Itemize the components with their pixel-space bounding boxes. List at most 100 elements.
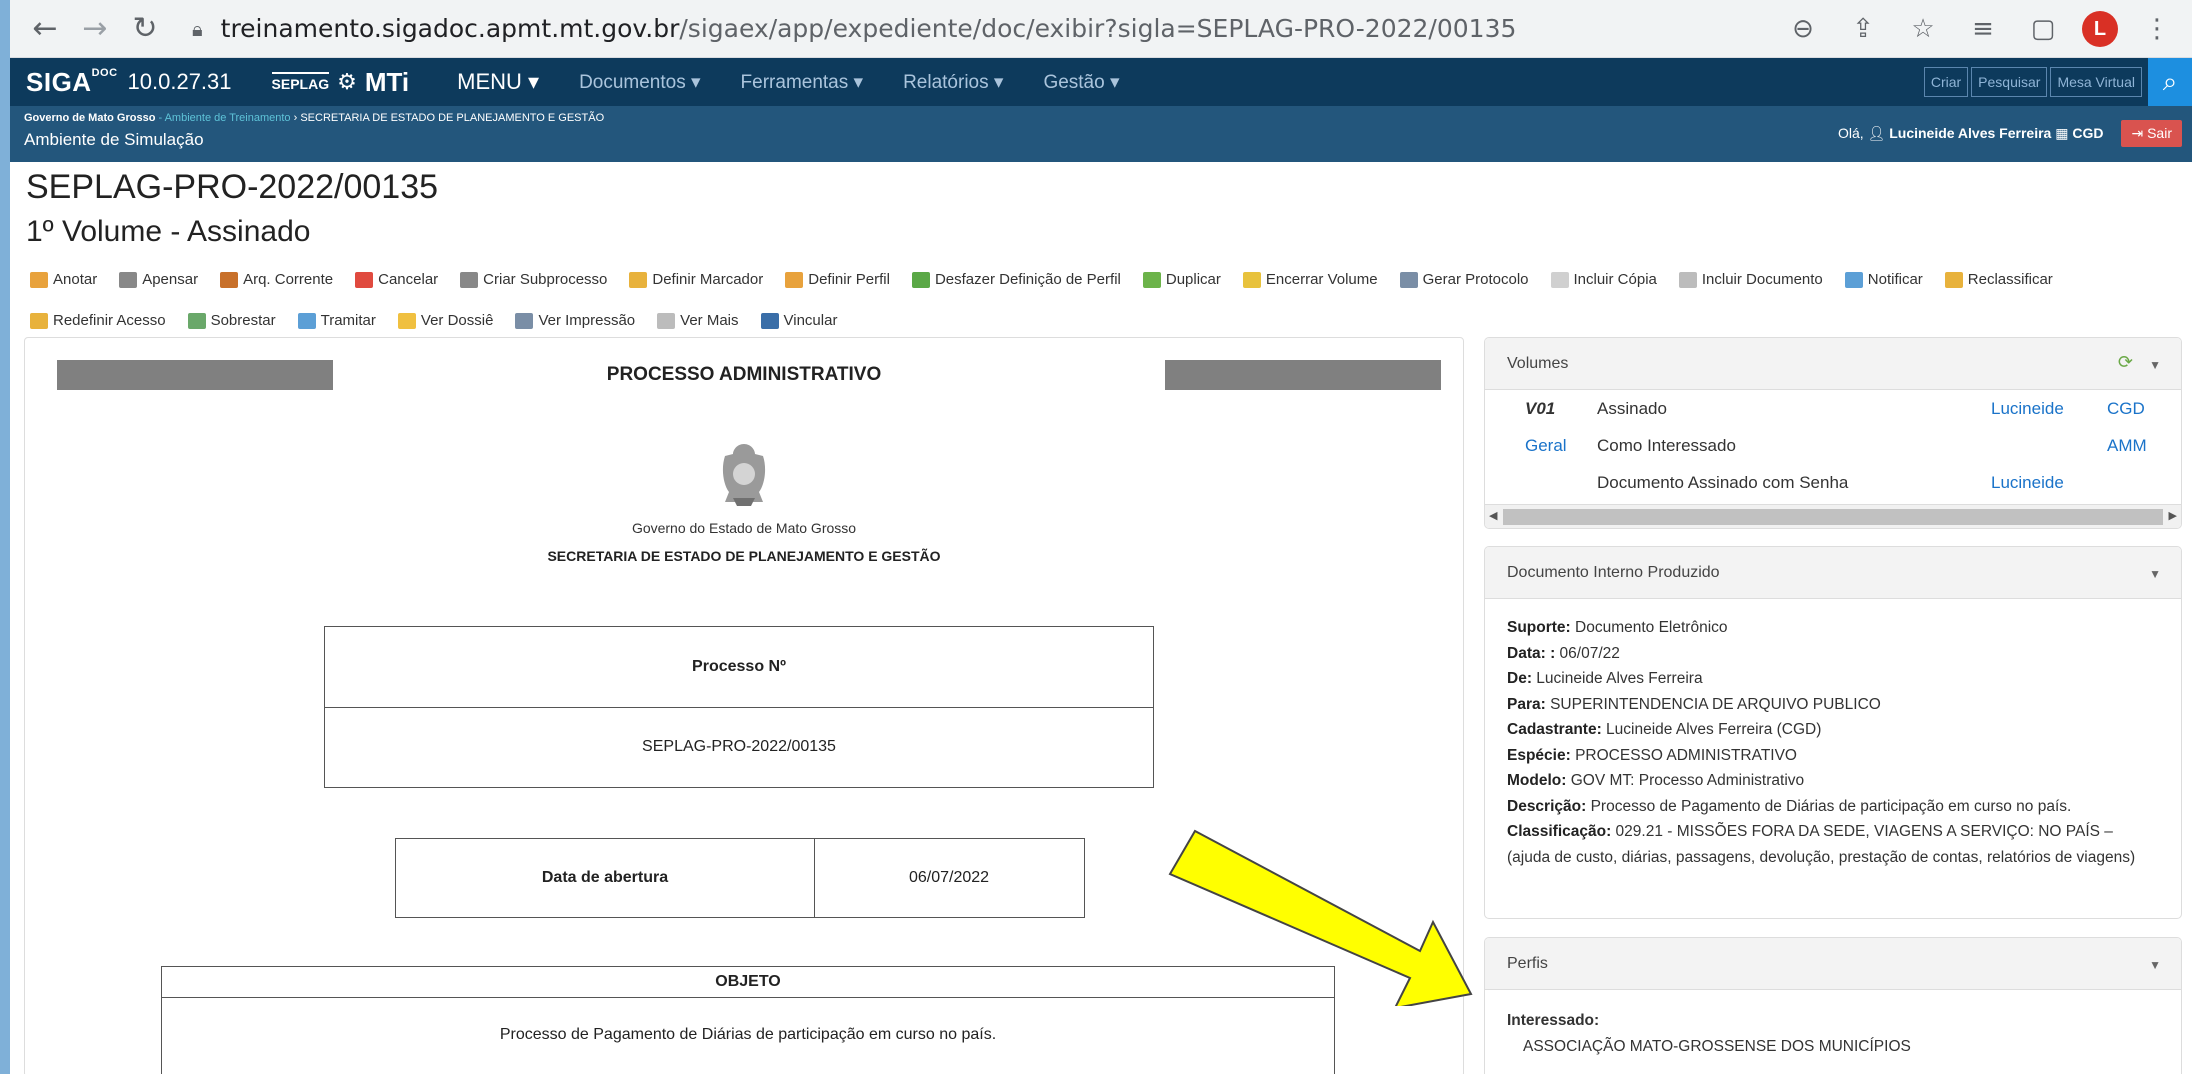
sobrestar-icon (187, 312, 206, 329)
document-info-header[interactable]: Documento Interno Produzido ▼ (1485, 547, 2181, 599)
perfis-panel: Perfis ▼ Interessado: ASSOCIAÇÃO MATO-GR… (1484, 937, 2182, 1074)
cancelar-button[interactable]: Cancelar (355, 271, 438, 288)
menu-relatorios[interactable]: Relatórios ▾ (903, 71, 1003, 94)
info-field: Espécie: PROCESSO ADMINISTRATIVO (1507, 746, 1797, 764)
info-field: Cadastrante: Lucineide Alves Ferreira (C… (1507, 721, 1822, 738)
mesa-virtual-button[interactable]: Mesa Virtual (2050, 67, 2142, 97)
volume-user-link[interactable]: Lucineide (1991, 473, 2064, 493)
tramitar-button[interactable]: Tramitar (297, 312, 376, 329)
breadcrumb-gov: Governo de Mato Grosso (24, 112, 156, 124)
objeto-table: OBJETO Processo de Pagamento de Diárias … (161, 966, 1335, 1074)
pesquisar-button[interactable]: Pesquisar (1971, 67, 2048, 97)
unit-icon: ▦ (2055, 125, 2069, 141)
logout-button[interactable]: ⇥ Sair (2121, 120, 2182, 147)
seplag-logo: SEPLAG (271, 72, 330, 92)
siga-logo[interactable]: SIGADOC (26, 67, 118, 98)
chevron-down-icon[interactable]: ▼ (2149, 358, 2161, 372)
definir-perfil-button[interactable]: Definir Perfil (785, 271, 890, 288)
anotar-button[interactable]: Anotar (30, 271, 97, 288)
sobrestar-button[interactable]: Sobrestar (187, 312, 276, 329)
volume-unit-link[interactable]: AMM (2107, 436, 2147, 456)
mti-logo: MTi (364, 66, 410, 97)
ver-mais-button[interactable]: Ver Mais (657, 312, 739, 329)
horizontal-scrollbar[interactable]: ◀ ▶ (1485, 504, 2181, 528)
chevron-down-icon[interactable]: ▼ (2149, 567, 2161, 581)
back-arrow-icon[interactable]: ← (24, 8, 66, 50)
geral-link[interactable]: Geral (1525, 436, 1567, 456)
app-version: 10.0.27.31 (127, 69, 232, 94)
incluir-documento-icon (1678, 271, 1697, 288)
notificar-button[interactable]: Notificar (1844, 271, 1923, 288)
definir-marcador-button[interactable]: Definir Marcador (629, 271, 763, 288)
perfis-header[interactable]: Perfis ▼ (1485, 938, 2181, 990)
volume-user-link[interactable]: Lucineide (1991, 399, 2064, 419)
toolbar-label: Incluir Documento (1701, 271, 1823, 288)
apensar-button[interactable]: Apensar (119, 271, 198, 288)
volume-code: V01 (1525, 398, 1556, 418)
document-info-title: Documento Interno Produzido (1507, 563, 1720, 581)
incluir-documento-button[interactable]: Incluir Documento (1678, 271, 1823, 288)
reload-icon[interactable]: ↻ (124, 8, 166, 50)
redefinir-acesso-button[interactable]: Redefinir Acesso (30, 312, 166, 329)
more-menu-icon[interactable]: ⋮ (2136, 8, 2178, 50)
reading-list-icon[interactable]: ≡ (1962, 8, 2004, 50)
definir-marcador-icon (629, 271, 648, 288)
profile-avatar[interactable]: L (2082, 11, 2118, 47)
seplag-gear-icon: ⚙ (337, 69, 357, 94)
document-info-panel: Documento Interno Produzido ▼ Suporte: D… (1484, 546, 2182, 919)
chevron-down-icon[interactable]: ▼ (2149, 958, 2161, 972)
address-bar[interactable]: 🔒︎ treinamento.sigadoc.apmt.mt.gov.br /s… (192, 8, 1516, 50)
bookmark-star-icon[interactable]: ☆ (1902, 8, 1944, 50)
volume-unit-link[interactable]: CGD (2107, 399, 2145, 419)
volumes-panel-header[interactable]: Volumes ⟳ ▼ (1485, 338, 2181, 390)
share-icon[interactable]: ⇪ (1842, 8, 1884, 50)
menu-documentos[interactable]: Documentos ▾ (579, 71, 700, 94)
breadcrumb-secretaria: › SECRETARIA DE ESTADO DE PLANEJAMENTO E… (290, 112, 605, 124)
menu-gestao[interactable]: Gestão ▾ (1043, 71, 1119, 94)
toolbar-label: Anotar (53, 271, 98, 288)
volume-status: Como Interessado (1597, 435, 1736, 455)
arq-corrente-button[interactable]: Arq. Corrente (220, 271, 333, 288)
search-icon[interactable]: ⌕ (2148, 58, 2192, 106)
browser-toolbar: ← → ↻ 🔒︎ treinamento.sigadoc.apmt.mt.gov… (10, 0, 2192, 58)
gerar-protocolo-button[interactable]: Gerar Protocolo (1399, 271, 1529, 288)
scroll-thumb[interactable] (1503, 509, 2163, 525)
notificar-icon (1844, 271, 1863, 288)
vincular-button[interactable]: Vincular (760, 312, 838, 329)
scroll-right-icon[interactable]: ▶ (2169, 509, 2177, 522)
toolbar-label: Definir Perfil (808, 271, 890, 288)
toolbar-label: Arq. Corrente (243, 271, 334, 288)
reclassificar-button[interactable]: Reclassificar (1944, 271, 2053, 288)
menu-ferramentas[interactable]: Ferramentas ▾ (741, 71, 864, 94)
ver-impressao-button[interactable]: Ver Impressão (515, 312, 635, 329)
coat-of-arms-icon (722, 444, 766, 506)
encerrar-volume-icon (1242, 271, 1261, 288)
duplicar-button[interactable]: Duplicar (1142, 271, 1221, 288)
redefinir-acesso-icon (30, 312, 48, 329)
info-field: Classificação: 029.21 - MISSÕES FORA DA … (1507, 823, 2136, 866)
desfazer-definicao-de-perfil-button[interactable]: Desfazer Definição de Perfil (911, 271, 1121, 288)
criar-button[interactable]: Criar (1923, 67, 1969, 97)
scroll-left-icon[interactable]: ◀ (1489, 509, 1497, 522)
toolbar-label: Ver Mais (680, 312, 739, 329)
toolbar-label: Definir Marcador (652, 271, 764, 288)
action-toolbar: Anotar Apensar Arq. Corrente Cancelar Criar … (10, 249, 2192, 341)
toolbar-label: Vincular (783, 312, 838, 329)
incluir-copia-button[interactable]: Incluir Cópia (1550, 271, 1657, 288)
menu-dropdown[interactable]: MENU ▾ (457, 69, 539, 95)
info-field: De: Lucineide Alves Ferreira (1507, 670, 1703, 687)
incluir-copia-icon (1550, 271, 1569, 288)
ver-dossie-button[interactable]: Ver Dossiê (397, 312, 493, 329)
document-secretaria: SECRETARIA DE ESTADO DE PLANEJAMENTO E G… (547, 548, 941, 564)
criar-subprocesso-button[interactable]: Criar Subprocesso (460, 271, 607, 288)
processo-label: Processo Nº (692, 658, 786, 675)
refresh-icon[interactable]: ⟳ (2118, 352, 2133, 373)
side-panel-icon[interactable]: ▢ (2022, 8, 2064, 50)
encerrar-volume-button[interactable]: Encerrar Volume (1242, 271, 1378, 288)
forward-arrow-icon[interactable]: → (74, 8, 116, 50)
toolbar-label: Desfazer Definição de Perfil (934, 271, 1121, 288)
anotar-icon (30, 271, 48, 288)
ver-impressao-icon (515, 312, 534, 329)
zoom-icon[interactable]: ⊖ (1782, 8, 1824, 50)
lock-icon: 🔒︎ (192, 16, 203, 41)
